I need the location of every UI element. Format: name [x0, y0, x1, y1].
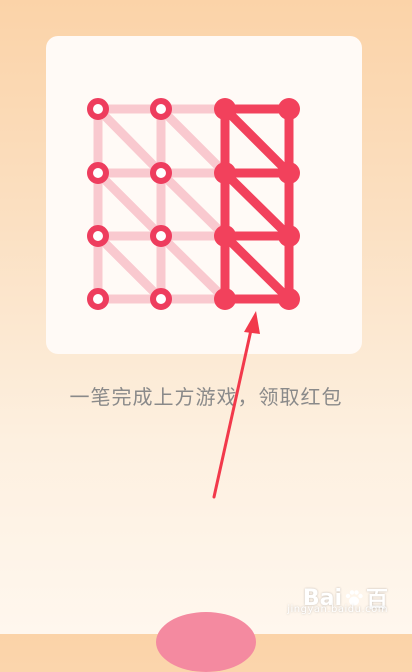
watermark-site: jingyan.baidu.com — [287, 604, 388, 615]
puzzle-card — [46, 36, 362, 354]
bottom-action-button[interactable] — [156, 612, 256, 672]
baidu-jingyan-watermark: Bai 百 jingyan.baidu.com — [287, 582, 388, 616]
untraced-lines — [93, 104, 230, 304]
traced-lines — [220, 104, 294, 304]
one-stroke-puzzle-board[interactable] — [46, 36, 362, 354]
game-instruction: 一笔完成上方游戏，领取红包 — [69, 385, 343, 409]
